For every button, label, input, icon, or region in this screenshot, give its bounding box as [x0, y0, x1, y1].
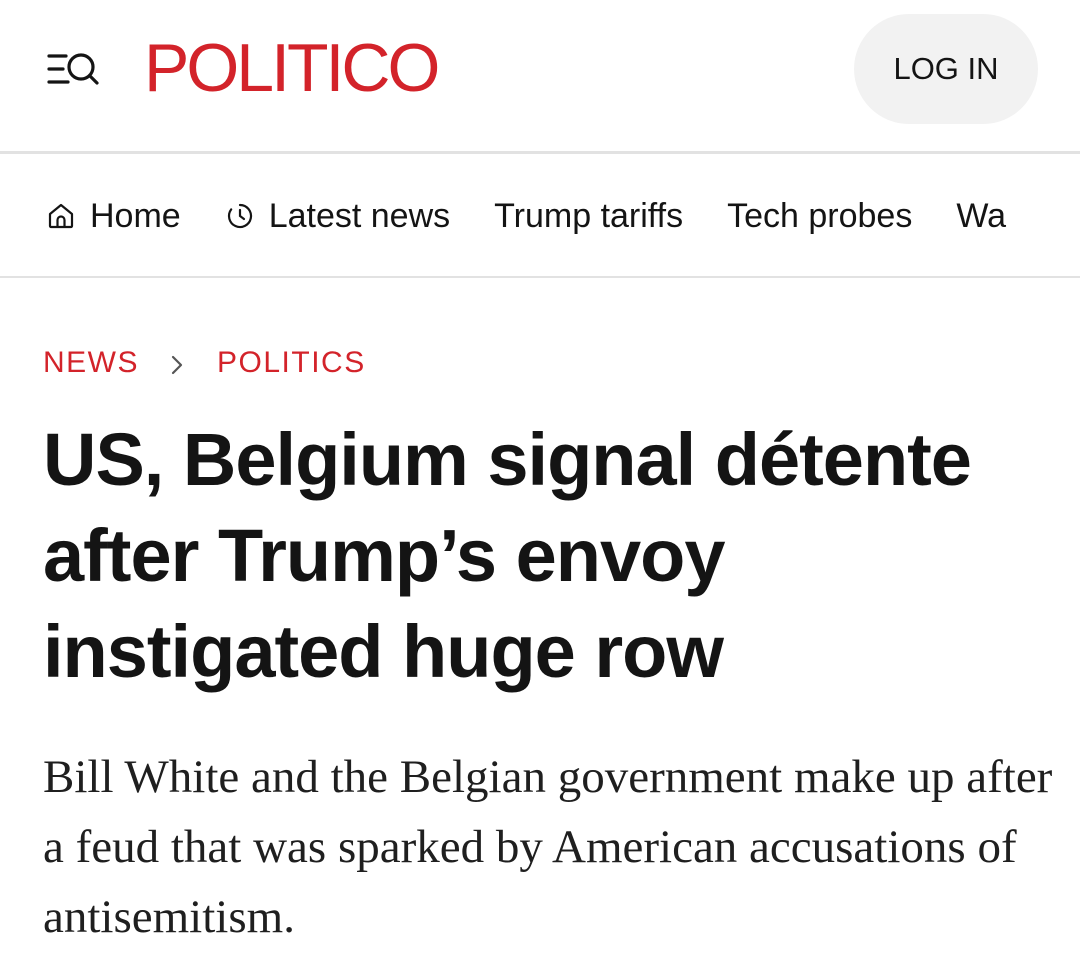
nav-item-latest-news[interactable]: Latest news	[225, 197, 450, 236]
nav-item-tech-probes[interactable]: Tech probes	[727, 197, 912, 236]
article-dek: Bill White and the Belgian government ma…	[43, 751, 1053, 943]
breadcrumb-politics[interactable]: POLITICS	[217, 346, 366, 380]
nav-item-home[interactable]: Home	[46, 197, 181, 236]
nav-item-label: Trump tariffs	[494, 196, 684, 235]
nav-item-label: Tech probes	[727, 196, 913, 235]
article-headline: US, Belgium signal détente after Trump’s…	[43, 418, 972, 693]
breadcrumb: NEWS POLITICS	[43, 346, 366, 380]
chevron-right-icon	[167, 351, 187, 375]
politico-logo[interactable]: POLITICO	[144, 30, 440, 106]
login-button[interactable]: LOG IN	[854, 14, 1038, 124]
nav-item-label: Latest news	[268, 196, 451, 235]
clock-icon	[225, 201, 255, 231]
section-nav: Home Latest news Trump tariffs Tech prob…	[0, 154, 1080, 278]
nav-item-label: Home	[90, 196, 181, 235]
nav-item-truncated[interactable]: Wa	[956, 197, 1006, 236]
nav-item-label: Wa	[956, 196, 1007, 235]
site-header: POLITICO LOG IN	[0, 0, 1080, 154]
nav-item-trump-tariffs[interactable]: Trump tariffs	[494, 197, 683, 236]
home-icon	[46, 201, 76, 231]
breadcrumb-news[interactable]: NEWS	[43, 346, 139, 380]
nav-scroll-fade	[1040, 154, 1080, 276]
menu-search-icon[interactable]	[46, 50, 102, 90]
